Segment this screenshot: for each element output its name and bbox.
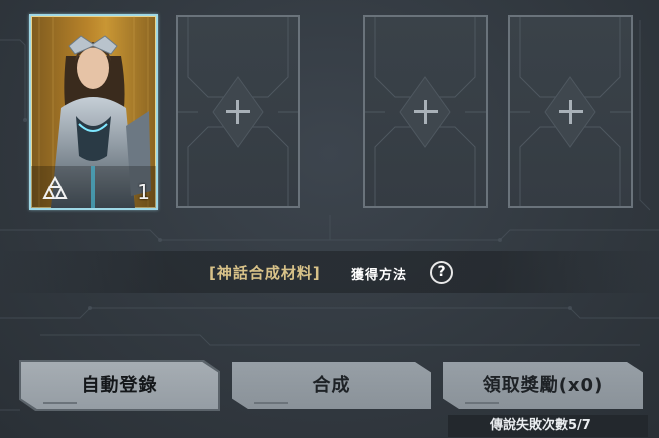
synthesis-screen: 1 [神話合成材料] 獲得方法 ? 自動登錄 合成 領取獎勵(x0) 傳說失敗次… <box>0 0 659 438</box>
question-circle-icon[interactable]: ? <box>430 261 453 284</box>
empty-card-slot-2[interactable] <box>363 15 488 208</box>
materials-info-bar <box>0 251 659 293</box>
button-accent-mark <box>465 402 499 404</box>
button-accent-mark <box>43 402 77 404</box>
plus-icon <box>556 97 586 127</box>
empty-card-slot-3[interactable] <box>508 15 633 208</box>
claim-reward-label: 領取獎勵(x0) <box>482 375 604 396</box>
synthesize-button[interactable]: 合成 <box>232 362 431 409</box>
card-level: 1 <box>137 180 150 204</box>
synthesize-label: 合成 <box>312 375 351 396</box>
triforce-tier-icon <box>42 176 68 199</box>
auto-register-label: 自動登錄 <box>81 375 158 396</box>
plus-icon <box>411 97 441 127</box>
plus-icon <box>223 97 253 127</box>
how-to-obtain-label[interactable]: 獲得方法 <box>351 264 407 283</box>
auto-register-button[interactable]: 自動登錄 <box>21 362 218 409</box>
empty-card-slot-1[interactable] <box>176 15 300 208</box>
claim-reward-button[interactable]: 領取獎勵(x0) <box>443 362 643 409</box>
button-accent-mark <box>254 402 288 404</box>
selected-hero-card[interactable]: 1 <box>29 14 158 210</box>
mythic-materials-label: [神話合成材料] <box>209 264 321 282</box>
legend-fail-count: 傳說失敗次數5/7 <box>490 418 591 433</box>
